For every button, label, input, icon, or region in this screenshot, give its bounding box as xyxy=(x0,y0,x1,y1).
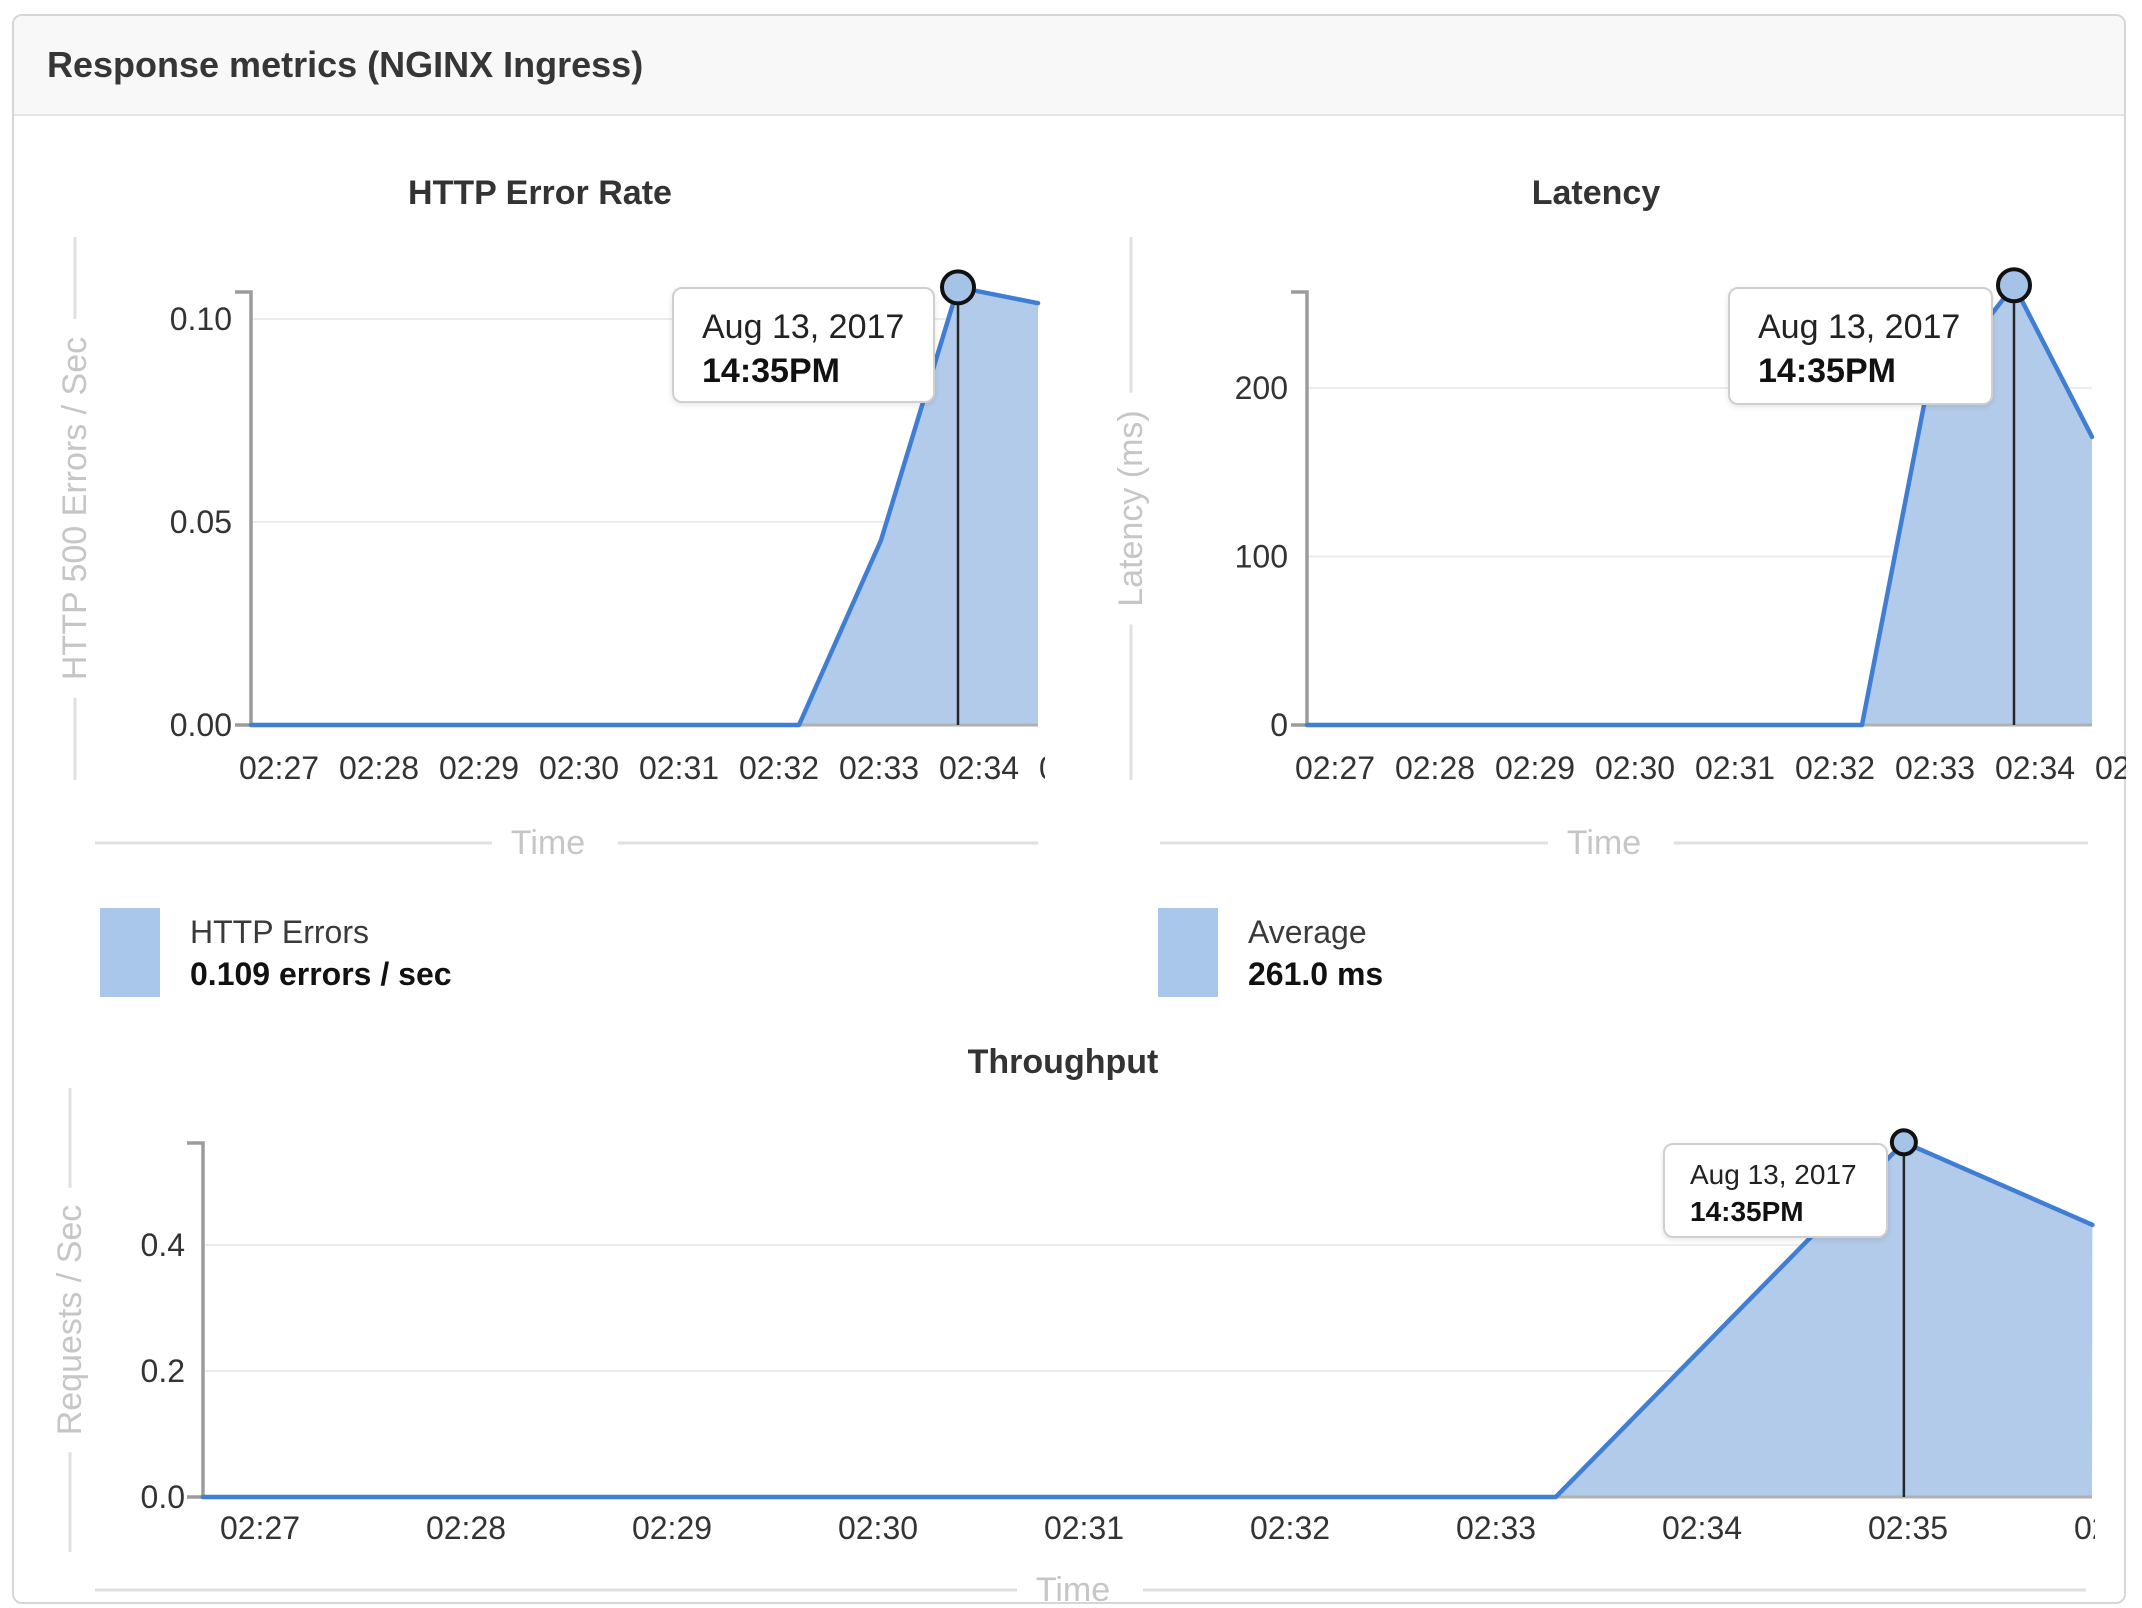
tooltip-date: Aug 13, 2017 xyxy=(702,308,905,346)
throughput-chart[interactable]: Throughput 02:27 02:28 02:29 02:30 02:31 02:32… xyxy=(0,1020,2095,1604)
y-tick-label: 0.05 xyxy=(170,504,232,540)
chart-title: Latency xyxy=(1532,174,1661,212)
x-tick-label: 02:33 xyxy=(1895,750,1975,786)
panel-header: Response metrics (NGINX Ingress) xyxy=(14,16,2124,116)
x-tick-label: 02:29 xyxy=(632,1510,712,1546)
x-tick-label: 02:32 xyxy=(1250,1510,1330,1546)
legend-value: 0.109 errors / sec xyxy=(190,955,452,992)
x-tick-label: 02:34 xyxy=(1995,750,2075,786)
y-tick-label: 200 xyxy=(1235,370,1288,406)
y-axis-line xyxy=(187,1141,205,1499)
y-axis-line xyxy=(1291,290,1309,727)
peak-marker-icon xyxy=(940,269,976,306)
y-tick-label: 0 xyxy=(1270,707,1288,743)
x-tick-label: 02:35 xyxy=(2095,750,2126,786)
x-tick-label: 02:33 xyxy=(1456,1510,1536,1546)
y-tick-label: 0.10 xyxy=(170,301,232,337)
x-tick-label: 02:32 xyxy=(1795,750,1875,786)
legend-value: 261.0 ms xyxy=(1248,955,1384,992)
legend-http-errors: HTTP Errors 0.109 errors / sec xyxy=(100,908,452,997)
peak-marker-icon xyxy=(1996,267,2032,304)
x-tick-label: 02:32 xyxy=(739,750,819,786)
x-tick-label: 02:34 xyxy=(939,750,1019,786)
y-axis-title: Latency (ms) xyxy=(1112,410,1150,607)
x-axis-title: Time xyxy=(511,824,585,862)
x-tick-label: 02:28 xyxy=(1395,750,1475,786)
x-tick-label: 02:35 xyxy=(1868,1510,1948,1546)
page-title: Response metrics (NGINX Ingress) xyxy=(47,44,644,85)
tooltip-latency: Aug 13, 2017 14:35PM xyxy=(1728,287,1993,405)
tooltip-time: 14:35PM xyxy=(702,352,840,390)
x-tick-label: 02:27 xyxy=(1295,750,1375,786)
http-error-rate-chart[interactable]: HTTP Error Rate 02:27 02:28 02:29 02:30 02:31… xyxy=(0,116,1045,896)
y-tick-label: 0.4 xyxy=(141,1227,185,1263)
x-axis-title: Time xyxy=(1036,1571,1110,1604)
x-tick-label: 02:30 xyxy=(1595,750,1675,786)
legend-average-latency: Average 261.0 ms xyxy=(1158,908,1383,997)
x-tick-label: 02:29 xyxy=(1495,750,1575,786)
legend-swatch-icon xyxy=(1158,908,1218,997)
x-tick-label: 02:29 xyxy=(439,750,519,786)
y-axis-title: HTTP 500 Errors / Sec xyxy=(56,337,94,680)
x-tick-label: 02:28 xyxy=(339,750,419,786)
x-tick-label: 02:36 xyxy=(2074,1510,2095,1546)
y-axis-line xyxy=(235,290,253,727)
x-tick-label: 02:28 xyxy=(426,1510,506,1546)
x-tick-label: 02:34 xyxy=(1662,1510,1742,1546)
x-axis-title: Time xyxy=(1567,824,1641,862)
chart-title: HTTP Error Rate xyxy=(408,174,672,212)
legend-label: HTTP Errors xyxy=(190,913,369,950)
tooltip-date: Aug 13, 2017 xyxy=(1690,1159,1857,1190)
legend-swatch-icon xyxy=(100,908,160,997)
tooltip-time: 14:35PM xyxy=(1758,352,1896,390)
x-tick-label: 02:27 xyxy=(239,750,319,786)
x-tick-label: 02:27 xyxy=(220,1510,300,1546)
latency-chart[interactable]: Latency 02:27 02:28 02:29 02:30 02:31 02:32 02:… xyxy=(1085,116,2126,896)
x-tick-label: 02:31 xyxy=(639,750,719,786)
x-tick-label: 02:35 xyxy=(1039,750,1045,786)
y-tick-label: 0.00 xyxy=(170,707,232,743)
x-tick-label: 02:31 xyxy=(1044,1510,1124,1546)
tooltip-throughput: Aug 13, 2017 14:35PM xyxy=(1663,1143,1888,1238)
chart-title: Throughput xyxy=(968,1043,1159,1081)
x-tick-label: 02:31 xyxy=(1695,750,1775,786)
x-tick-label: 02:30 xyxy=(539,750,619,786)
y-tick-label: 0.2 xyxy=(141,1353,185,1389)
y-tick-label: 0.0 xyxy=(141,1479,185,1515)
tooltip-time: 14:35PM xyxy=(1690,1196,1804,1227)
legend-label: Average xyxy=(1248,913,1367,950)
y-axis-title: Requests / Sec xyxy=(51,1205,89,1436)
y-tick-label: 100 xyxy=(1235,539,1288,575)
tooltip-http-error-rate: Aug 13, 2017 14:35PM xyxy=(672,287,935,403)
x-tick-label: 02:33 xyxy=(839,750,919,786)
x-tick-label: 02:30 xyxy=(838,1510,918,1546)
tooltip-date: Aug 13, 2017 xyxy=(1758,308,1961,346)
peak-marker-icon xyxy=(1889,1128,1918,1157)
